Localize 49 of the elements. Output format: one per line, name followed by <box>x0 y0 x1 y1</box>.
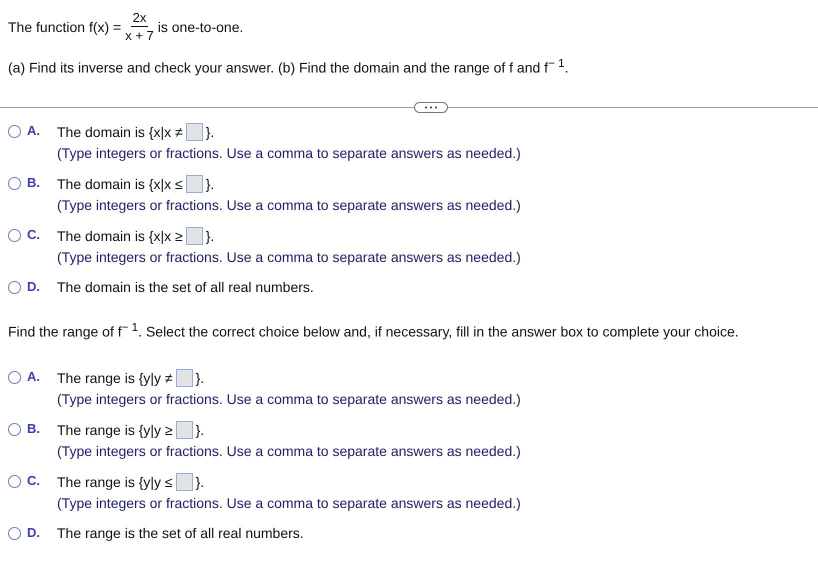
hint-text: (Type integers or fractions. Use a comma to separate answers as needed.) <box>57 248 521 265</box>
question-text: The function f(x) = <box>8 18 122 34</box>
radio-button[interactable] <box>8 475 21 488</box>
choice-letter: A. <box>27 369 41 386</box>
radio-button[interactable] <box>8 527 21 540</box>
instruction-text: (a) Find its inverse and check your answer. (b) Find the domain and the range of f and f$^{− 1}$. <box>8 57 570 76</box>
prompt-text: Find the range of f$^{− 1}$. Select the correct choice below and, if necessary, fill in the answer box to complete your choice. <box>8 320 740 340</box>
more-button[interactable] <box>414 102 448 113</box>
dots-icon <box>424 106 438 109</box>
choice-text: }. <box>206 176 214 192</box>
hint-text: (Type integers or fractions. Use a comma to separate answers as needed.) <box>57 495 521 512</box>
choice-text: The domain is the set of all real numbers. <box>57 278 314 295</box>
answer-box[interactable] <box>186 226 203 245</box>
choice-letter: C. <box>27 473 41 490</box>
radio-button[interactable] <box>8 176 21 190</box>
radio-button[interactable] <box>8 280 21 294</box>
radio-button[interactable] <box>8 423 21 436</box>
choice-text: The domain is {x|x ≥ <box>57 228 183 244</box>
choice-text: The range is {y|y ≤ <box>57 474 173 490</box>
choice-text: }. <box>206 124 214 140</box>
answer-box[interactable] <box>186 174 203 193</box>
fraction: 2x x + 7 <box>125 10 154 43</box>
choice-text: }. <box>206 228 214 244</box>
question-text: is one-to-one. <box>158 18 244 34</box>
choice-text: }. <box>196 422 204 438</box>
choice-text: }. <box>196 474 204 490</box>
answer-box[interactable] <box>176 473 193 492</box>
radio-button[interactable] <box>8 228 21 242</box>
choice-letter: B. <box>27 421 41 438</box>
choice-letter: C. <box>27 226 41 244</box>
choice-letter: A. <box>27 122 41 140</box>
choice-letter: D. <box>27 525 41 542</box>
radio-button[interactable] <box>8 124 21 138</box>
choice-letter: D. <box>27 278 41 295</box>
choice-text: The domain is {x|x ≠ <box>57 124 183 140</box>
choice-text: The range is the set of all real numbers. <box>57 525 304 542</box>
choice-text: The range is {y|y ≠ <box>57 370 173 386</box>
hint-text: (Type integers or fractions. Use a comma to separate answers as needed.) <box>57 144 521 161</box>
answer-box[interactable] <box>176 369 193 388</box>
choice-letter: B. <box>27 174 41 192</box>
choice-text: }. <box>196 370 204 386</box>
answer-box[interactable] <box>176 421 193 440</box>
answer-box[interactable] <box>186 122 203 141</box>
choice-text: The range is {y|y ≥ <box>57 422 173 438</box>
hint-text: (Type integers or fractions. Use a comma to separate answers as needed.) <box>57 196 521 213</box>
radio-button[interactable] <box>8 371 21 384</box>
hint-text: (Type integers or fractions. Use a comma to separate answers as needed.) <box>57 443 521 460</box>
hint-text: (Type integers or fractions. Use a comma to separate answers as needed.) <box>57 391 521 408</box>
choice-text: The domain is {x|x ≤ <box>57 176 183 192</box>
